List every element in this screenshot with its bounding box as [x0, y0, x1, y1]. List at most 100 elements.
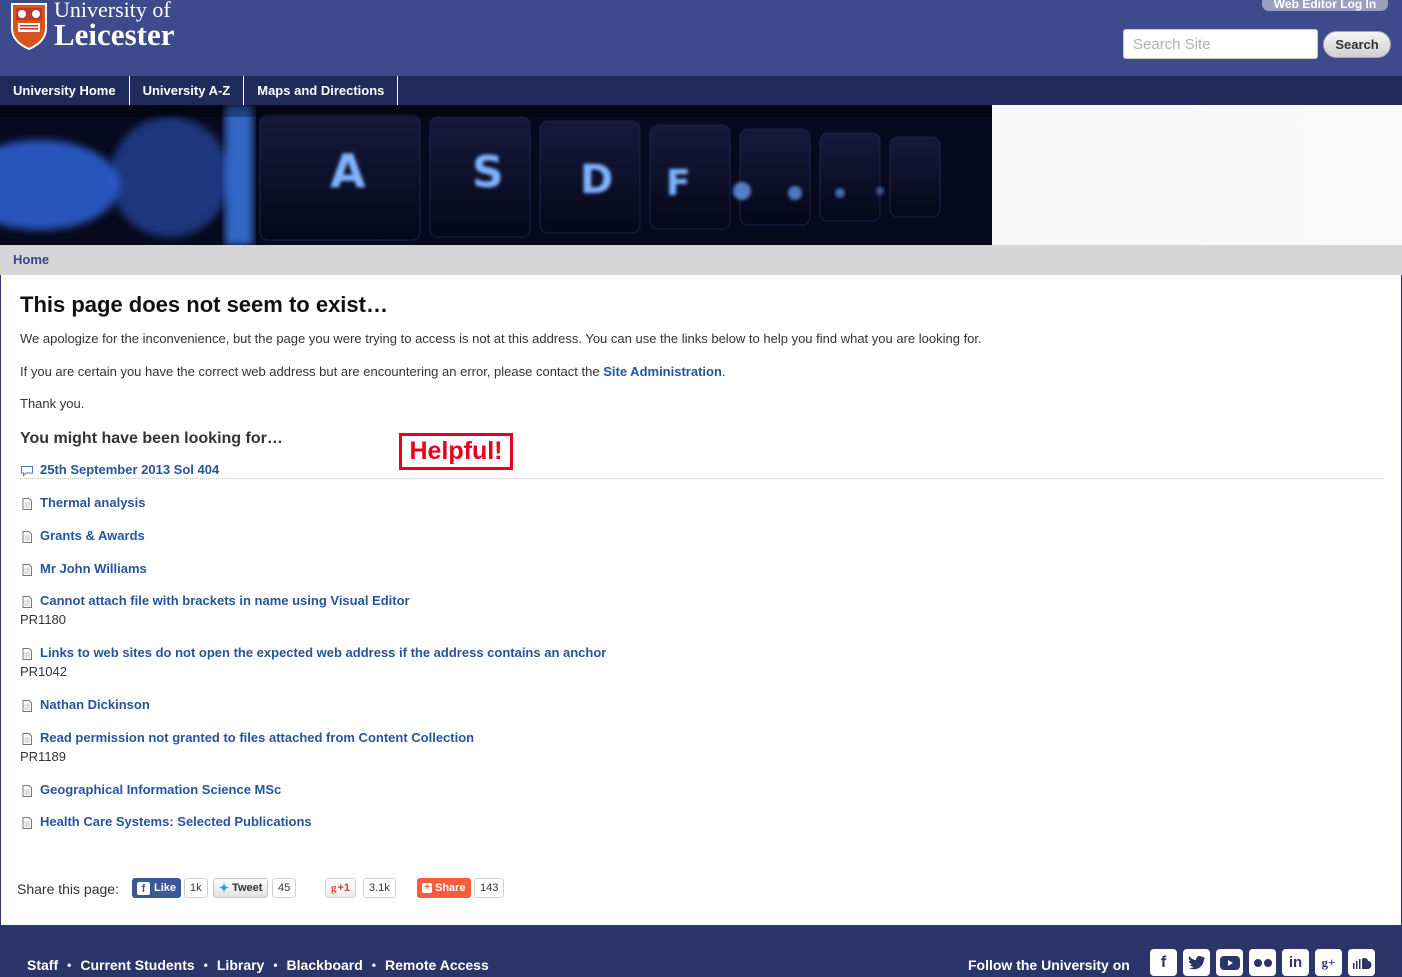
follow-label: Follow the University on: [968, 957, 1130, 973]
bullet-separator: •: [203, 958, 208, 972]
keyboard-banner-image: A S D F: [0, 105, 992, 245]
page-icon: [22, 816, 32, 829]
svg-text:F: F: [666, 163, 691, 204]
google-plus-count: 3.1k: [363, 878, 396, 898]
result-link[interactable]: Geographical Information Science MSc: [40, 782, 281, 797]
social-icons: f in g+: [1150, 949, 1381, 976]
tweet-count: 45: [272, 878, 297, 898]
svg-text:A: A: [330, 144, 366, 198]
thank-you-text: Thank you.: [20, 396, 85, 411]
share-count: 143: [474, 878, 505, 898]
flickr-icon[interactable]: [1249, 949, 1276, 976]
result-link[interactable]: Read permission not granted to files att…: [40, 730, 474, 745]
bullet-separator: •: [273, 958, 278, 972]
bullet-separator: •: [371, 958, 376, 972]
site-administration-link[interactable]: Site Administration: [603, 364, 722, 379]
svg-text:S: S: [472, 147, 504, 198]
helpful-annotation: Helpful!: [399, 433, 513, 470]
banner: A S D F: [0, 105, 1402, 245]
facebook-like-label: Like: [154, 882, 177, 894]
google-plus-icon: g: [331, 882, 337, 894]
crest-icon: [11, 3, 47, 50]
result-code: PR1042: [20, 664, 67, 679]
twitter-icon[interactable]: [1183, 949, 1210, 976]
google-plus-one-button[interactable]: g +1: [325, 878, 357, 898]
nav-maps-and-directions[interactable]: Maps and Directions: [244, 76, 399, 105]
tweet-label: Tweet: [232, 882, 263, 894]
comment-icon: [21, 465, 33, 477]
result-item: Mr John Williams: [20, 559, 147, 577]
result-item: Geographical Information Science MSc: [20, 780, 281, 798]
suggestions-heading: You might have been looking for…: [20, 430, 283, 447]
apology-paragraph: We apologize for the inconvenience, but …: [20, 331, 982, 346]
result-link[interactable]: Thermal analysis: [40, 495, 146, 510]
page-icon: [22, 732, 32, 745]
share-button[interactable]: + Share: [417, 878, 471, 898]
page-icon: [22, 647, 32, 660]
page-title: This page does not seem to exist…: [20, 292, 388, 317]
results-divider: [20, 478, 1383, 479]
result-item: Health Care Systems: Selected Publicatio…: [20, 812, 312, 830]
footer-link-library[interactable]: Library: [217, 957, 264, 973]
logo-line2: Leicester: [54, 17, 175, 52]
page-icon: [22, 699, 32, 712]
share-label: Share this page:: [17, 881, 119, 897]
result-item: Read permission not granted to files att…: [20, 728, 474, 746]
google-plus-icon[interactable]: g+: [1315, 949, 1342, 976]
footer-link-staff[interactable]: Staff: [27, 957, 58, 973]
twitter-icon: ✦: [219, 881, 230, 895]
contact-paragraph: If you are certain you have the correct …: [20, 364, 726, 379]
result-link[interactable]: Cannot attach file with brackets in name…: [40, 593, 410, 608]
footer-link-current-students[interactable]: Current Students: [80, 957, 194, 973]
svg-text:D: D: [580, 157, 613, 203]
search-input[interactable]: [1123, 29, 1318, 59]
top-navigation: University Home University A-Z Maps and …: [0, 76, 1402, 105]
result-link[interactable]: 25th September 2013 Sol 404: [40, 462, 219, 477]
google-plus-one-label: +1: [337, 882, 351, 894]
share-button-label: Share: [435, 882, 466, 894]
result-link[interactable]: Mr John Williams: [40, 561, 147, 576]
result-item: Nathan Dickinson: [20, 695, 150, 713]
result-link[interactable]: Health Care Systems: Selected Publicatio…: [40, 814, 312, 829]
result-item: Grants & Awards: [20, 526, 145, 544]
result-link[interactable]: Nathan Dickinson: [40, 697, 150, 712]
web-editor-login-button[interactable]: Web Editor Log In: [1262, 0, 1388, 11]
bullet-separator: •: [67, 958, 72, 972]
linkedin-icon[interactable]: in: [1282, 949, 1309, 976]
page-icon: [22, 563, 32, 576]
result-item: Links to web sites do not open the expec…: [20, 643, 606, 661]
facebook-like-count: 1k: [184, 878, 208, 898]
page-icon: [22, 784, 32, 797]
page-icon: [22, 530, 32, 543]
contact-suffix: .: [721, 364, 726, 379]
result-code: PR1180: [20, 612, 67, 627]
result-item: Cannot attach file with brackets in name…: [20, 591, 410, 609]
result-link[interactable]: Links to web sites do not open the expec…: [40, 645, 606, 660]
footer-link-remote-access[interactable]: Remote Access: [385, 957, 489, 973]
result-item: Thermal analysis: [20, 493, 146, 511]
page-icon: [22, 595, 32, 608]
soundcloud-icon[interactable]: [1348, 949, 1375, 976]
plus-icon: +: [422, 883, 432, 893]
footer-link-blackboard[interactable]: Blackboard: [287, 957, 363, 973]
breadcrumb-home-link[interactable]: Home: [13, 252, 49, 267]
footer-links: Staff • Current Students • Library • Bla…: [27, 957, 489, 973]
youtube-icon[interactable]: [1216, 949, 1243, 976]
tweet-button[interactable]: ✦ Tweet: [213, 878, 269, 898]
nav-university-a-z[interactable]: University A-Z: [130, 76, 245, 105]
facebook-icon[interactable]: f: [1150, 949, 1177, 976]
breadcrumb: Home: [0, 245, 1402, 275]
contact-text: If you are certain you have the correct …: [20, 364, 600, 379]
site-header: University of Leicester Web Editor Log I…: [0, 0, 1402, 76]
main-content: This page does not seem to exist… We apo…: [0, 275, 1402, 925]
result-item: 25th September 2013 Sol 404: [20, 460, 219, 478]
facebook-icon: f: [137, 881, 150, 895]
site-footer: Staff • Current Students • Library • Bla…: [0, 925, 1402, 977]
search-button[interactable]: Search: [1323, 31, 1391, 58]
page-icon: [22, 497, 32, 510]
university-logo[interactable]: University of Leicester: [10, 0, 174, 52]
result-link[interactable]: Grants & Awards: [40, 528, 145, 543]
nav-university-home[interactable]: University Home: [0, 76, 130, 105]
result-code: PR1189: [20, 749, 67, 764]
facebook-like-button[interactable]: f Like: [132, 878, 182, 898]
